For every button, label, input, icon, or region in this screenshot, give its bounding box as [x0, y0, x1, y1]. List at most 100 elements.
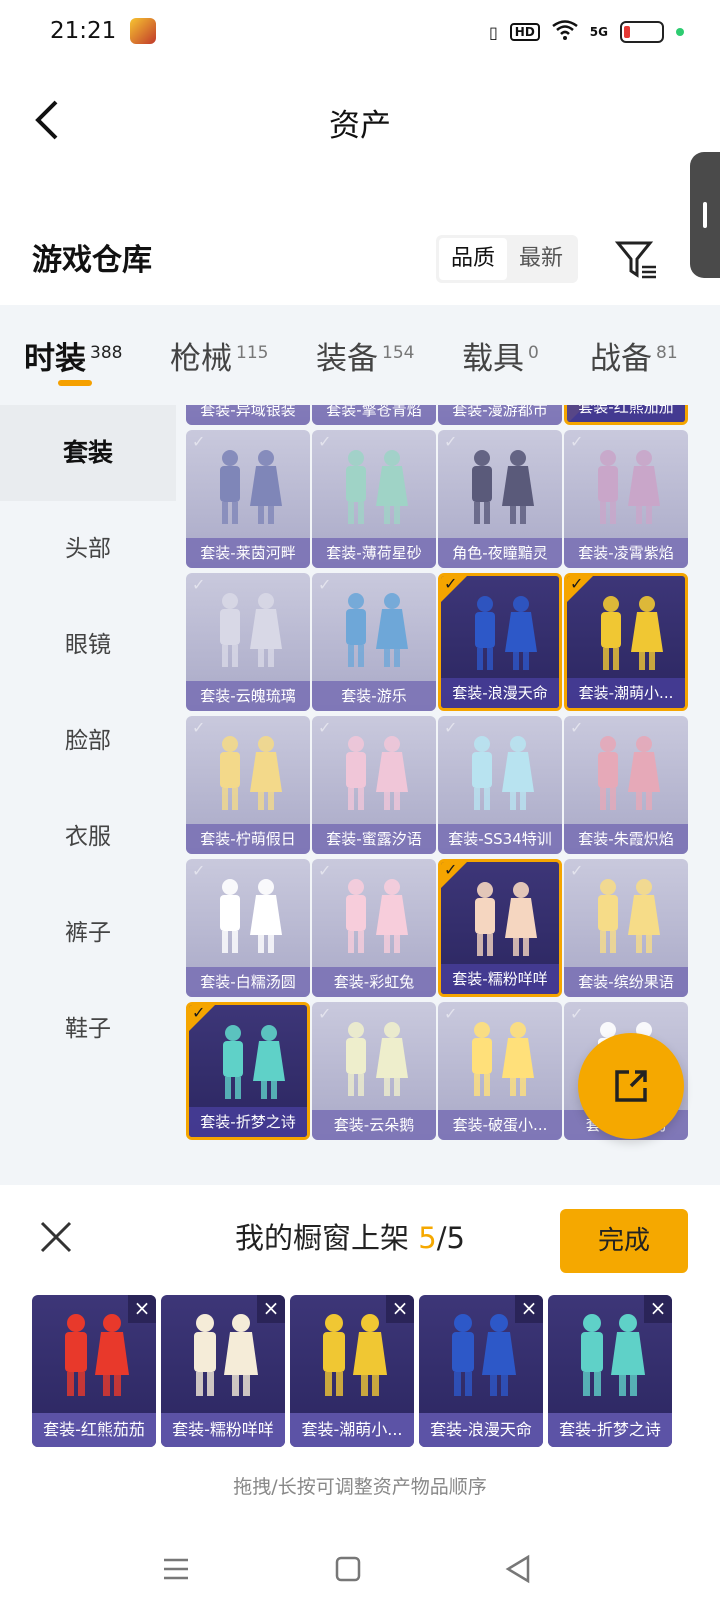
outfit-thumbnail	[346, 879, 408, 953]
asset-card[interactable]: ✓ 套装-糯粉咩咩	[438, 859, 562, 997]
asset-card[interactable]: ✓ 套装-白糯汤圆	[186, 859, 310, 997]
asset-card[interactable]: ✓ 套装-SS34特训	[438, 716, 562, 854]
outfit-thumbnail	[346, 593, 408, 667]
back-nav-icon[interactable]	[500, 1551, 536, 1587]
asset-card[interactable]: 套装-擎苍青焰	[312, 405, 436, 425]
asset-card[interactable]: ✓ 套装-云魄琉璃	[186, 573, 310, 711]
vibrate-icon: ▯	[488, 22, 498, 42]
asset-card[interactable]: ✓ 套装-柠萌假日	[186, 716, 310, 854]
asset-card-label: 套装-缤纷果语	[564, 967, 688, 997]
sort-toggle: 品质 最新	[436, 235, 579, 283]
tab-label: 装备	[316, 341, 378, 377]
asset-card[interactable]: ✓ 套装-薄荷星砂	[312, 430, 436, 568]
tab-supplies[interactable]: 战备 81	[590, 333, 678, 378]
sort-newest-button[interactable]: 最新	[507, 238, 575, 280]
asset-card-label: 套装-凌霄紫焰	[564, 538, 688, 568]
asset-card[interactable]: ✓ 套装-破蛋小...	[438, 1002, 562, 1140]
sidebar-item-shoes[interactable]: 鞋子	[0, 981, 176, 1077]
remove-slot-icon[interactable]: ×	[257, 1295, 285, 1323]
outfit-thumbnail	[475, 882, 537, 956]
remove-slot-icon[interactable]: ×	[128, 1295, 156, 1323]
reorder-hint: 拖拽/长按可调整资产物品顺序	[233, 1476, 487, 1498]
showcase-slot-label: 套装-糯粉咩咩	[161, 1413, 285, 1447]
asset-card[interactable]: ✓ 套装-云朵鹅	[312, 1002, 436, 1140]
tab-label: 枪械	[170, 341, 232, 377]
asset-card-label: 套装-莱茵河畔	[186, 538, 310, 568]
outfit-thumbnail	[472, 1022, 534, 1096]
asset-card-label: 套装-潮萌小...	[567, 678, 685, 708]
asset-card[interactable]: 套装-红熊茄茄	[564, 405, 688, 425]
remove-slot-icon[interactable]: ×	[515, 1295, 543, 1323]
showcase-panel: 我的橱窗上架 5/5 完成 × 套装-红熊茄茄 × 套装-糯粉咩咩 × 套装-潮萌小...…	[0, 1185, 720, 1525]
category-tabs: 时装 388 枪械 115 装备 154 载具 0 战备 81	[0, 305, 720, 405]
showcase-slot[interactable]: × 套装-潮萌小...	[290, 1295, 414, 1447]
asset-card-label: 套装-云魄琉璃	[186, 681, 310, 711]
asset-card[interactable]: ✓ 套装-浪漫天命	[438, 573, 562, 711]
showcase-slot[interactable]: × 套装-糯粉咩咩	[161, 1295, 285, 1447]
asset-card-label: 套装-游乐	[312, 681, 436, 711]
asset-card-label: 套装-薄荷星砂	[312, 538, 436, 568]
outfit-thumbnail	[598, 736, 660, 810]
showcase-slot-label: 套装-红熊茄茄	[32, 1413, 156, 1447]
asset-card[interactable]: 套装-异域银装	[186, 405, 310, 425]
home-icon[interactable]	[330, 1551, 366, 1587]
asset-card[interactable]: ✓ 套装-缤纷果语	[564, 859, 688, 997]
asset-card[interactable]: ✓ 套装-潮萌小...	[564, 573, 688, 711]
privacy-dot-icon	[676, 28, 684, 36]
showcase-title-text: 我的橱窗上架	[235, 1221, 410, 1255]
sort-quality-button[interactable]: 品质	[439, 238, 508, 280]
showcase-count-current: 5	[418, 1221, 437, 1255]
subcategory-sidebar: 套装 头部 眼镜 脸部 衣服 裤子 鞋子	[0, 405, 176, 1185]
remove-slot-icon[interactable]: ×	[644, 1295, 672, 1323]
sidebar-item-clothes[interactable]: 衣服	[0, 789, 176, 885]
done-button[interactable]: 完成	[560, 1209, 688, 1273]
tab-equipment[interactable]: 装备 154	[316, 333, 414, 378]
remove-slot-icon[interactable]: ×	[386, 1295, 414, 1323]
asset-card[interactable]: ✓ 套装-彩虹兔	[312, 859, 436, 997]
sidebar-item-head[interactable]: 头部	[0, 501, 176, 597]
asset-card[interactable]: ✓ 套装-蜜露汐语	[312, 716, 436, 854]
asset-card-label: 套装-柠萌假日	[186, 824, 310, 854]
tab-count: 115	[236, 342, 269, 363]
asset-card[interactable]: ✓ 套装-游乐	[312, 573, 436, 711]
outfit-thumbnail	[220, 879, 282, 953]
system-nav-bar	[0, 1525, 720, 1612]
asset-card-label: 套装-白糯汤圆	[186, 967, 310, 997]
asset-card[interactable]: 套装-漫游都市	[438, 405, 562, 425]
tab-vehicles[interactable]: 载具 0	[462, 333, 539, 378]
showcase-slot[interactable]: × 套装-折梦之诗	[548, 1295, 672, 1447]
outfit-thumbnail	[472, 450, 534, 524]
sidebar-item-pants[interactable]: 裤子	[0, 885, 176, 981]
tab-firearms[interactable]: 枪械 115	[170, 333, 268, 378]
tab-fashion[interactable]: 时装 388	[24, 333, 122, 378]
filter-icon	[614, 241, 656, 279]
asset-card[interactable]: ✓ 套装-朱霞炽焰	[564, 716, 688, 854]
outfit-thumbnail	[346, 450, 408, 524]
asset-card[interactable]: ✓ 套装-折梦之诗	[186, 1002, 310, 1140]
sidebar-item-suit[interactable]: 套装	[0, 405, 176, 501]
asset-card[interactable]: ✓ 角色-夜瞳黯灵	[438, 430, 562, 568]
asset-card-label: 套装-擎苍青焰	[312, 405, 436, 425]
sidebar-item-face[interactable]: 脸部	[0, 693, 176, 789]
showcase-slot[interactable]: × 套装-浪漫天命	[419, 1295, 543, 1447]
status-bar: 21:21 ▯ HD 5G	[0, 0, 720, 66]
tab-label: 战备	[590, 341, 652, 377]
share-button[interactable]	[578, 1033, 684, 1139]
filter-button[interactable]	[614, 237, 658, 281]
outfit-thumbnail	[601, 596, 663, 670]
tab-count: 154	[382, 342, 415, 363]
sidebar-item-glasses[interactable]: 眼镜	[0, 597, 176, 693]
asset-card-label: 套装-SS34特训	[438, 824, 562, 854]
status-time: 21:21	[50, 18, 117, 44]
outfit-thumbnail	[346, 1022, 408, 1096]
outfit-thumbnail	[598, 879, 660, 953]
showcase-slot-label: 套装-浪漫天命	[419, 1413, 543, 1447]
asset-card[interactable]: ✓ 套装-凌霄紫焰	[564, 430, 688, 568]
asset-card[interactable]: ✓ 套装-莱茵河畔	[186, 430, 310, 568]
tab-count: 388	[90, 342, 123, 363]
showcase-slot[interactable]: × 套装-红熊茄茄	[32, 1295, 156, 1447]
outfit-thumbnail	[598, 450, 660, 524]
signal-icon: 5G	[589, 25, 608, 39]
menu-icon[interactable]	[158, 1551, 194, 1587]
tab-indicator	[58, 380, 92, 386]
